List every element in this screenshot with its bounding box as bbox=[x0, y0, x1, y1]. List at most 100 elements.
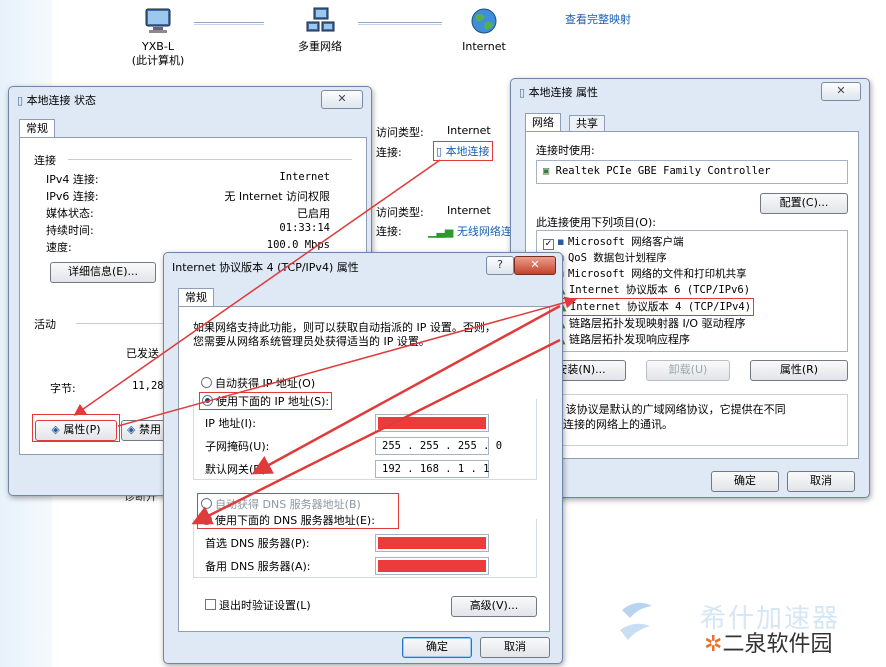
group-connection-label: 连接 bbox=[34, 154, 56, 167]
alternate-dns-field[interactable] bbox=[375, 557, 489, 575]
media-value: 已启用 bbox=[297, 207, 330, 220]
properties-panel: 连接时使用: ▣ Realtek PCIe GBE Family Control… bbox=[525, 131, 859, 459]
validate-on-exit-checkbox[interactable]: 退出时验证设置(L) bbox=[205, 597, 311, 613]
group-divider bbox=[76, 323, 166, 324]
site-watermark: ✲二泉软件园 bbox=[704, 632, 833, 657]
items-label: 此连接使用下列项目(O): bbox=[536, 216, 656, 229]
gateway-field[interactable]: 192 . 168 . 1 . 1 bbox=[375, 460, 489, 478]
list-item-ipv4[interactable]: ✓▲ Internet 协议版本 4 (TCP/IPv4) bbox=[541, 298, 755, 316]
ip-label: IP 地址(I): bbox=[205, 417, 256, 430]
disable-button[interactable]: ◈ 禁用 bbox=[121, 420, 167, 441]
list-item[interactable]: ✓▪ Microsoft 网络的文件和打印机共享 bbox=[543, 266, 747, 282]
alternate-dns-label: 备用 DNS 服务器(A): bbox=[205, 560, 311, 573]
tab-network[interactable]: 网络 bbox=[525, 113, 561, 132]
window-title: Internet 协议版本 4 (TCP/IPv4) 属性 bbox=[172, 261, 359, 274]
local-connection-link[interactable]: ▯ 本地连接 bbox=[433, 141, 493, 161]
speed-label: 速度: bbox=[46, 241, 72, 254]
speed-value: 100.0 Mbps bbox=[266, 239, 330, 251]
computer-icon bbox=[145, 8, 171, 33]
close-button[interactable]: ✕ bbox=[514, 256, 556, 275]
node-name: 多重网络 bbox=[298, 40, 342, 53]
ipv4-window: Internet 协议版本 4 (TCP/IPv4) 属性 ? ✕ 常规 如果网… bbox=[163, 252, 563, 664]
network-card-icon: ▣ bbox=[543, 165, 550, 177]
network-client-icon: ▪ bbox=[557, 235, 565, 248]
window-title: ▯ 本地连接 属性 bbox=[519, 86, 599, 99]
item-properties-button[interactable]: 属性(R) bbox=[750, 360, 848, 381]
window-title: ▯ 本地连接 状态 bbox=[17, 94, 97, 107]
group-divider bbox=[68, 159, 352, 160]
group-activity-label: 活动 bbox=[34, 318, 56, 331]
gateway-label: 默认网关(D): bbox=[205, 463, 270, 476]
items-list[interactable]: ✓▪ Microsoft 网络客户端 ✓▪ QoS 数据包计划程序 ✓▪ Mic… bbox=[536, 230, 848, 352]
globe-icon bbox=[471, 8, 497, 34]
tab-sharing[interactable]: 共享 bbox=[569, 115, 605, 132]
close-button[interactable]: ✕ bbox=[321, 90, 363, 109]
network-adapter-icon: ▯ bbox=[17, 94, 24, 107]
description-box: /IP。该协议是默认的广域网络协议，它提供在不同 相互连接的网络上的通讯。 bbox=[536, 394, 848, 446]
gateway-value: 192 . 168 . 1 . 1 bbox=[382, 463, 490, 475]
ipv6-value: 无 Internet 访问权限 bbox=[224, 190, 330, 203]
bytes-sent-value: 11,28 bbox=[132, 380, 164, 392]
ipv4-label: IPv4 连接: bbox=[46, 173, 99, 186]
access-type-label-2: 访问类型: bbox=[376, 206, 424, 219]
bytes-label: 字节: bbox=[50, 382, 76, 395]
auto-ip-radio[interactable]: 自动获得 IP 地址(O) bbox=[201, 375, 315, 391]
properties-window: ▯ 本地连接 属性 ✕ 网络 共享 连接时使用: ▣ Realtek PCIe … bbox=[510, 78, 870, 498]
redacted-value bbox=[378, 417, 486, 429]
ipv6-label: IPv6 连接: bbox=[46, 190, 99, 203]
map-connector bbox=[194, 22, 264, 25]
tab-general[interactable]: 常规 bbox=[19, 119, 55, 138]
connection-label-2: 连接: bbox=[376, 225, 402, 238]
help-button[interactable]: ? bbox=[486, 256, 514, 275]
checkbox[interactable] bbox=[205, 599, 216, 610]
redacted-value bbox=[378, 537, 486, 549]
adapter-name: ▣ Realtek PCIe GBE Family Controller bbox=[543, 165, 771, 177]
preferred-dns-field[interactable] bbox=[375, 534, 489, 552]
checkbox[interactable]: ✓ bbox=[543, 239, 554, 250]
list-item[interactable]: ✓▲ Internet 协议版本 6 (TCP/IPv6) bbox=[543, 282, 750, 298]
description-line: /IP。该协议是默认的广域网络协议，它提供在不同 bbox=[541, 403, 786, 416]
watermark-logo-icon bbox=[620, 602, 652, 640]
configure-button[interactable]: 配置(C)... bbox=[760, 193, 848, 214]
ok-button[interactable]: 确定 bbox=[711, 471, 779, 492]
network-icon bbox=[306, 7, 335, 32]
redacted-value bbox=[378, 560, 486, 572]
radio-button[interactable] bbox=[201, 377, 212, 388]
signal-bars-icon: ▁▃▅ bbox=[428, 225, 454, 238]
access-type-value: Internet bbox=[447, 124, 491, 137]
ipv4-panel: 如果网络支持此功能，则可以获取自动指派的 IP 设置。否则， 您需要从网络系统管… bbox=[178, 306, 550, 632]
subnet-value: 255 . 255 . 255 . 0 bbox=[382, 440, 503, 452]
node-this-computer[interactable]: YXB-L (此计算机) bbox=[118, 6, 198, 68]
network-adapter-icon: ▯ bbox=[519, 86, 526, 99]
node-multiple-networks[interactable]: 多重网络 bbox=[280, 6, 360, 54]
radio-button[interactable] bbox=[201, 498, 212, 509]
access-type-value-2: Internet bbox=[447, 204, 491, 217]
duration-label: 持续时间: bbox=[46, 224, 94, 237]
subnet-mask-field[interactable]: 255 . 255 . 255 . 0 bbox=[375, 437, 502, 455]
ip-address-field[interactable] bbox=[375, 414, 489, 432]
ok-button[interactable]: 确定 bbox=[402, 637, 472, 658]
map-connector bbox=[358, 22, 442, 25]
wireless-connection-link[interactable]: ▁▃▅ 无线网络连 bbox=[428, 223, 512, 239]
subnet-label: 子网掩码(U): bbox=[205, 440, 270, 453]
auto-dns-radio[interactable]: 自动获得 DNS 服务器地址(B) bbox=[201, 496, 361, 512]
tab-general[interactable]: 常规 bbox=[178, 288, 214, 307]
sent-label: 已发送 bbox=[126, 347, 159, 360]
cancel-button[interactable]: 取消 bbox=[480, 637, 550, 658]
cancel-button[interactable]: 取消 bbox=[787, 471, 855, 492]
list-item[interactable]: ✓▲ 链路层拓扑发现响应程序 bbox=[543, 331, 690, 348]
ipv4-value: Internet bbox=[279, 171, 330, 183]
view-full-map-link[interactable]: 查看完整映射 bbox=[565, 11, 631, 27]
node-internet[interactable]: Internet bbox=[444, 6, 524, 54]
shield-icon: ◈ bbox=[127, 423, 136, 436]
list-item[interactable]: ✓▲ 链路层拓扑发现映射器 I/O 驱动程序 bbox=[543, 315, 746, 332]
list-item[interactable]: ✓ ▪ Microsoft 网络客户端 bbox=[543, 234, 684, 250]
connect-using-label: 连接时使用: bbox=[536, 144, 595, 157]
access-type-label: 访问类型: bbox=[376, 126, 424, 139]
uninstall-button[interactable]: 卸载(U) bbox=[646, 360, 730, 381]
details-button[interactable]: 详细信息(E)... bbox=[50, 262, 156, 283]
media-label: 媒体状态: bbox=[46, 207, 94, 220]
close-button[interactable]: ✕ bbox=[821, 82, 861, 101]
advanced-button[interactable]: 高级(V)... bbox=[451, 596, 537, 617]
node-name: YXB-L bbox=[142, 40, 174, 53]
